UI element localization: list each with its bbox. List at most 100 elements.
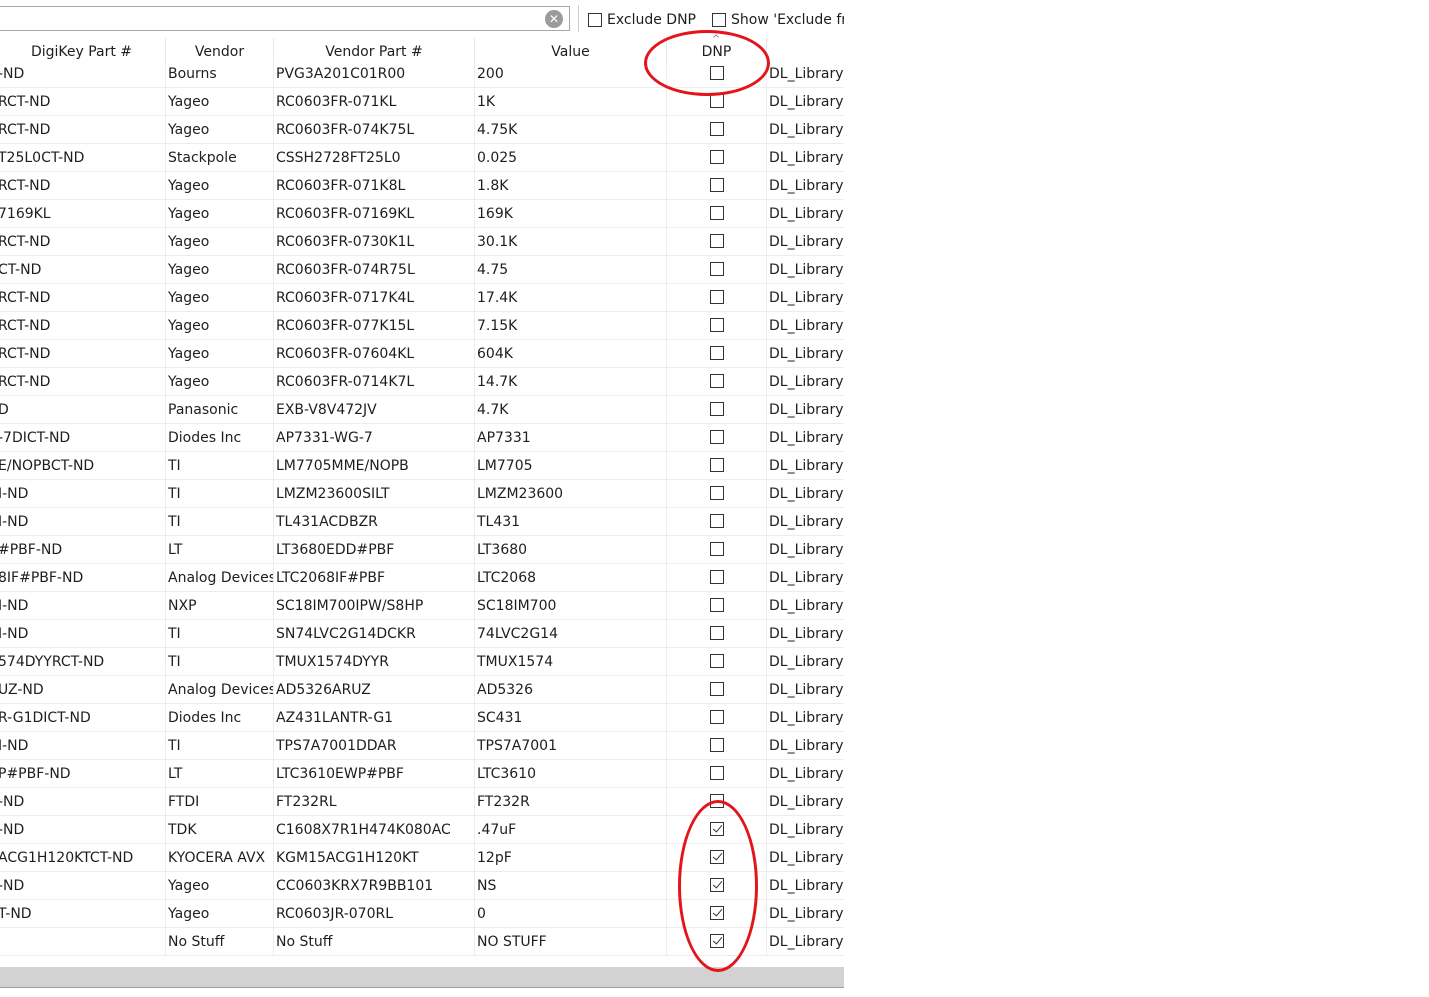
cell-dnp xyxy=(667,452,767,479)
dnp-checkbox[interactable] xyxy=(709,541,724,556)
cell-footprint: DL_Library: xyxy=(769,626,844,642)
cell-value: AD5326 xyxy=(475,676,667,703)
clear-search-icon[interactable]: ✕ xyxy=(545,10,563,28)
cell-dnp xyxy=(667,564,767,591)
cell-footprint: DL_Library: xyxy=(769,402,844,418)
table-row[interactable]: UZ-ND Analog Devices AD5326ARUZ AD5326 DL_Li… xyxy=(0,676,844,704)
dnp-checkbox[interactable] xyxy=(709,373,724,388)
cell-vendor-part: KGM15ACG1H120KT xyxy=(274,844,475,871)
dnp-checkbox[interactable] xyxy=(709,933,724,948)
cell-dnp xyxy=(667,396,767,423)
cell-vendor-part: LMZM23600SILT xyxy=(274,480,475,507)
table-row[interactable]: E/NOPBCT-ND TI LM7705MME/NOPB LM7705 DL_Libr… xyxy=(0,452,844,480)
dnp-checkbox[interactable] xyxy=(709,793,724,808)
table-row[interactable]: I-ND TI SN74LVC2G14DCKR 74LVC2G14 DL_Library… xyxy=(0,620,844,648)
table-row[interactable]: #PBF-ND LT LT3680EDD#PBF LT3680 DL_Library: xyxy=(0,536,844,564)
table-row[interactable]: T25L0CT-ND Stackpole CSSH2728FT25L0 0.025 DL… xyxy=(0,144,844,172)
table-row[interactable]: RCT-ND Yageo RC0603FR-071K8L 1.8K DL_Library… xyxy=(0,172,844,200)
cell-vendor-part: SN74LVC2G14DCKR xyxy=(274,620,475,647)
dnp-checkbox[interactable] xyxy=(709,93,724,108)
table-row[interactable]: -7DICT-ND Diodes Inc AP7331-WG-7 AP7331 DL_L… xyxy=(0,424,844,452)
scrollbar-border xyxy=(0,987,844,988)
cell-vendor-part: CSSH2728FT25L0 xyxy=(274,144,475,171)
table-row[interactable]: I-ND NXP SC18IM700IPW/S8HP SC18IM700 DL_Libr… xyxy=(0,592,844,620)
dnp-checkbox[interactable] xyxy=(709,317,724,332)
dnp-checkbox[interactable] xyxy=(709,849,724,864)
table-row[interactable]: 8IF#PBF-ND Analog Devices LTC2068IF#PBF LTC… xyxy=(0,564,844,592)
dnp-checkbox[interactable] xyxy=(709,289,724,304)
dnp-checkbox[interactable] xyxy=(709,205,724,220)
table-row[interactable]: ACG1H120KTCT-ND KYOCERA AVX KGM15ACG1H120K… xyxy=(0,844,844,872)
dnp-checkbox[interactable] xyxy=(709,485,724,500)
table-row[interactable]: T-ND Yageo RC0603JR-070RL 0 DL_Library: xyxy=(0,900,844,928)
dnp-checkbox[interactable] xyxy=(709,261,724,276)
table-row[interactable]: CT-ND Yageo RC0603FR-074R75L 4.75 DL_Library… xyxy=(0,256,844,284)
table-row[interactable]: 7169KL Yageo RC0603FR-07169KL 169K DL_Librar… xyxy=(0,200,844,228)
horizontal-scrollbar[interactable] xyxy=(0,967,844,987)
table-row[interactable]: -ND TDK C1608X7R1H474K080AC .47uF DL_Library… xyxy=(0,816,844,844)
dnp-checkbox[interactable] xyxy=(709,737,724,752)
cell-dnp xyxy=(667,172,767,199)
table-row[interactable]: RCT-ND Yageo RC0603FR-0717K4L 17.4K DL_Libra… xyxy=(0,284,844,312)
table-row[interactable]: DPanasonicEXB-V8V472JV4.7K DL_Library: xyxy=(0,396,844,424)
dnp-checkbox[interactable] xyxy=(709,121,724,136)
table-row[interactable]: 574DYYRCT-ND TI TMUX1574DYYR TMUX1574 DL_Lib… xyxy=(0,648,844,676)
dnp-checkbox[interactable] xyxy=(709,681,724,696)
dnp-checkbox[interactable] xyxy=(709,233,724,248)
cell-vendor: Diodes Inc xyxy=(166,704,274,731)
show-exclude-option[interactable]: Show 'Exclude fro xyxy=(712,10,844,30)
dnp-checkbox[interactable] xyxy=(709,457,724,472)
dnp-checkbox[interactable] xyxy=(709,653,724,668)
table-row[interactable]: RCT-ND Yageo RC0603FR-0730K1L 30.1K DL_Libra… xyxy=(0,228,844,256)
table-row[interactable]: I-ND TI TPS7A7001DDAR TPS7A7001 DL_Library: xyxy=(0,732,844,760)
cell-footprint: DL_Library: xyxy=(769,542,844,558)
cell-footprint: DL_Library: xyxy=(769,738,844,754)
cell-vendor: TDK xyxy=(166,816,274,843)
table-row[interactable]: RCT-ND Yageo RC0603FR-074K75L 4.75K DL_Libra… xyxy=(0,116,844,144)
dnp-checkbox[interactable] xyxy=(709,177,724,192)
table-row[interactable]: I-ND TI LMZM23600SILT LMZM23600 DL_Library: xyxy=(0,480,844,508)
cell-vendor: TI xyxy=(166,620,274,647)
cell-vendor: Yageo xyxy=(166,256,274,283)
table-row[interactable]: RCT-ND Yageo RC0603FR-077K15L 7.15K DL_Libra… xyxy=(0,312,844,340)
exclude-dnp-checkbox[interactable] xyxy=(588,13,602,27)
cell-vendor-part: AZ431LANTR-G1 xyxy=(274,704,475,731)
dnp-checkbox[interactable] xyxy=(709,65,724,80)
cell-dnp xyxy=(667,592,767,619)
dnp-checkbox[interactable] xyxy=(709,709,724,724)
dnp-checkbox[interactable] xyxy=(709,149,724,164)
dnp-checkbox[interactable] xyxy=(709,877,724,892)
table-row[interactable]: P#PBF-ND LT LTC3610EWP#PBF LTC3610 DL_Librar… xyxy=(0,760,844,788)
table-row[interactable]: -ND Yageo CC0603KRX7R9BB101 NS DL_Library: xyxy=(0,872,844,900)
cell-value: 0.025 xyxy=(475,144,667,171)
exclude-dnp-option[interactable]: Exclude DNP xyxy=(588,10,696,30)
dnp-checkbox[interactable] xyxy=(709,401,724,416)
table-row[interactable]: I-ND TI TL431ACDBZR TL431 DL_Library: xyxy=(0,508,844,536)
table-row[interactable]: RCT-ND Yageo RC0603FR-07604KL 604K DL_Librar… xyxy=(0,340,844,368)
dnp-checkbox[interactable] xyxy=(709,821,724,836)
dnp-checkbox[interactable] xyxy=(709,625,724,640)
cell-footprint: DL_Library: xyxy=(769,458,844,474)
cell-vendor: LT xyxy=(166,760,274,787)
cell-dnp xyxy=(667,648,767,675)
dnp-checkbox[interactable] xyxy=(709,765,724,780)
show-exclude-checkbox[interactable] xyxy=(712,13,726,27)
cell-digikey-part: #PBF-ND xyxy=(0,536,166,563)
dnp-checkbox[interactable] xyxy=(709,513,724,528)
dnp-checkbox[interactable] xyxy=(709,569,724,584)
search-input[interactable] xyxy=(0,6,570,31)
table-row[interactable]: -ND Bourns PVG3A201C01R00 200 DL_Library: xyxy=(0,60,844,88)
cell-dnp xyxy=(667,424,767,451)
dnp-checkbox[interactable] xyxy=(709,345,724,360)
table-row[interactable]: -ND FTDI FT232RL FT232R DL_Library: xyxy=(0,788,844,816)
table-row[interactable]: RCT-ND Yageo RC0603FR-071KL 1K DL_Library: xyxy=(0,88,844,116)
table-row[interactable]: RCT-ND Yageo RC0603FR-0714K7L 14.7K DL_Libra… xyxy=(0,368,844,396)
table-row[interactable]: No Stuff No Stuff NO STUFF DL_Library: xyxy=(0,928,844,956)
dnp-checkbox[interactable] xyxy=(709,905,724,920)
table-row[interactable]: R-G1DICT-ND Diodes Inc AZ431LANTR-G1 SC431 D… xyxy=(0,704,844,732)
dnp-checkbox[interactable] xyxy=(709,597,724,612)
cell-digikey-part: RCT-ND xyxy=(0,116,166,143)
cell-vendor: Diodes Inc xyxy=(166,424,274,451)
cell-value: 4.7K xyxy=(475,396,667,423)
dnp-checkbox[interactable] xyxy=(709,429,724,444)
